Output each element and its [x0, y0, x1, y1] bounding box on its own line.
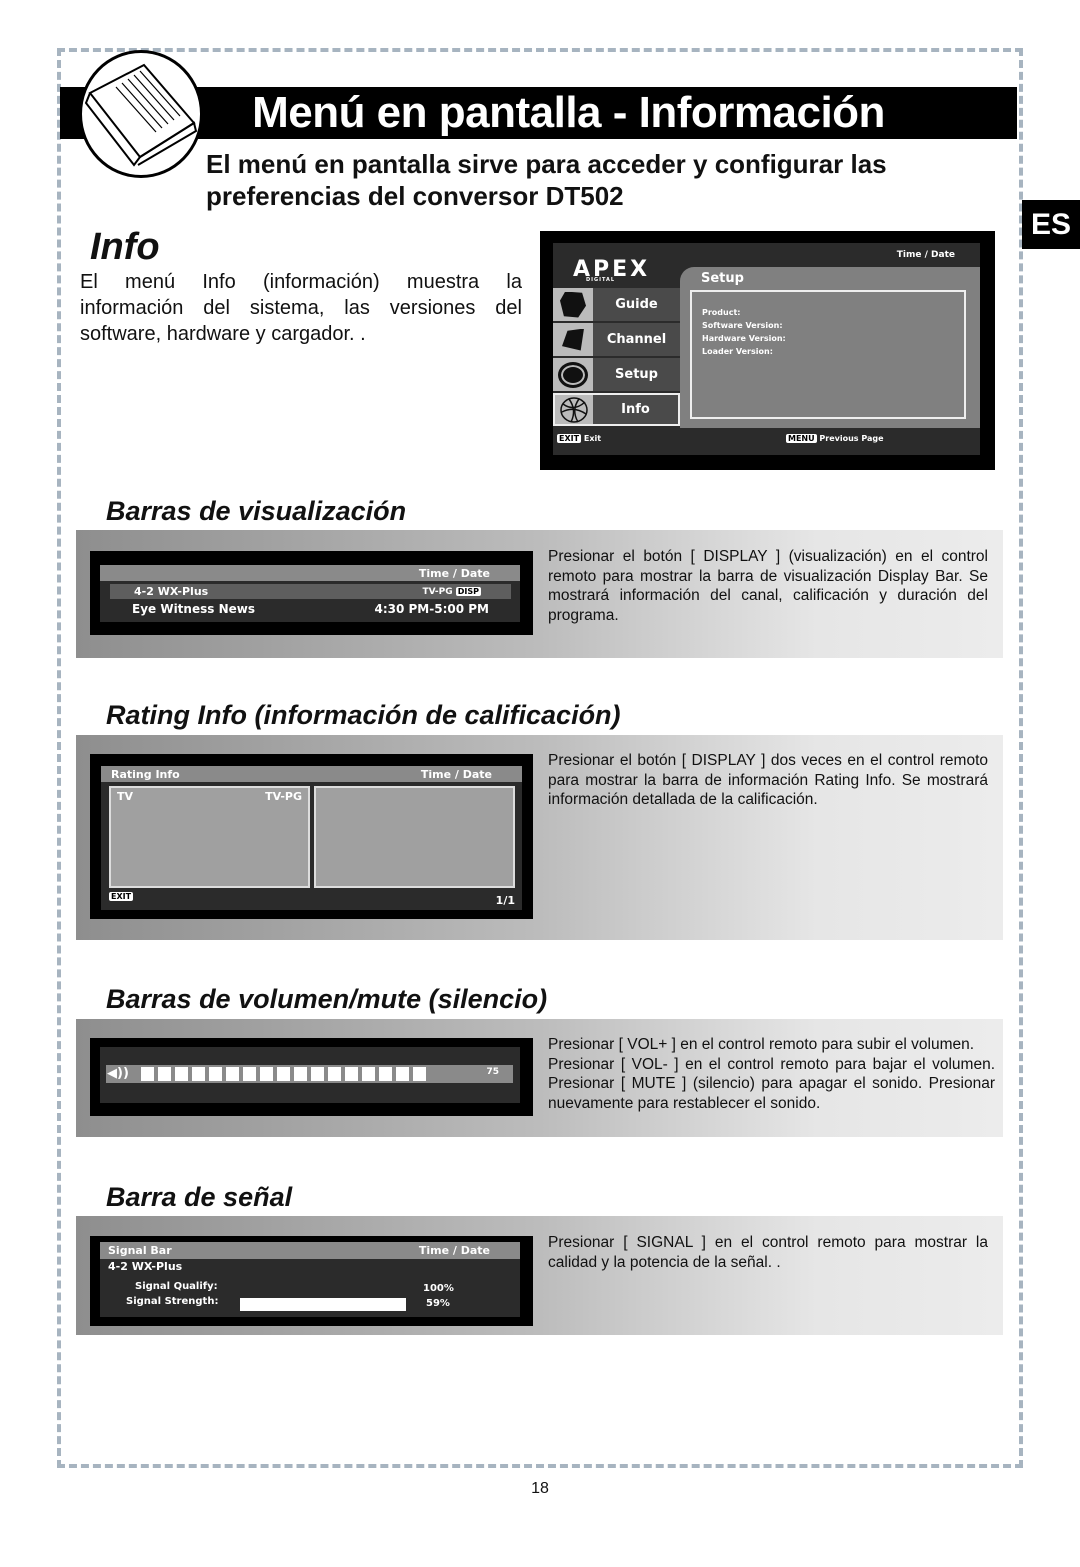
- signal-strength-label: Signal Strength:: [126, 1296, 219, 1307]
- rating-detail-box: [314, 786, 515, 888]
- time-date: Time / Date: [420, 768, 492, 781]
- time-date: Time / Date: [100, 565, 520, 581]
- signal-strength-value: 59%: [426, 1298, 450, 1309]
- menu-item-guide[interactable]: Guide: [553, 288, 680, 321]
- ring-icon: [553, 358, 593, 391]
- globe-icon: [555, 395, 593, 424]
- volume-block: [175, 1067, 188, 1081]
- volume-bar[interactable]: ◀)) 75: [106, 1065, 513, 1083]
- menu-item-info[interactable]: Info: [553, 393, 680, 426]
- volume-block: [328, 1067, 341, 1081]
- time-date: Time / Date: [896, 250, 955, 260]
- exit-key[interactable]: EXIT: [109, 892, 134, 901]
- volume-block: [294, 1067, 307, 1081]
- signal-description: Presionar [ SIGNAL ] en el control remot…: [548, 1234, 988, 1271]
- volume-block: [243, 1067, 256, 1081]
- disp-key: DISP: [455, 587, 481, 596]
- hexagon-icon: [553, 288, 593, 321]
- page-number: 18: [531, 1480, 549, 1497]
- menu-label: Guide: [615, 297, 658, 312]
- info-menu-screen: APEX DIGITAL Time / Date Setup Product: …: [540, 231, 995, 470]
- volume-block: [311, 1067, 324, 1081]
- speaker-icon: ◀)): [107, 1066, 129, 1081]
- signal-strength-bar: [240, 1298, 406, 1311]
- channel-name: 4-2 WX-Plus: [108, 1260, 183, 1273]
- volume-block: [379, 1067, 392, 1081]
- page-title: Menú en pantalla - Información: [60, 87, 1017, 139]
- menu-label: Channel: [606, 332, 667, 347]
- volume-block: [260, 1067, 273, 1081]
- menu-key: MENU: [786, 434, 817, 443]
- hardware-version-field: Hardware Version:: [702, 334, 786, 343]
- info-heading: Info: [90, 226, 160, 268]
- volume-description: Presionar [ VOL+ ] en el control remoto …: [548, 1036, 995, 1112]
- tv-label: TV: [117, 790, 134, 803]
- loader-version-field: Loader Version:: [702, 347, 773, 356]
- volume-block: [277, 1067, 290, 1081]
- signal-bar-title: Signal Bar: [108, 1244, 172, 1257]
- exit-label: Exit: [583, 434, 602, 443]
- display-bar-description: Presionar el botón [ DISPLAY ] (visualiz…: [548, 548, 988, 624]
- software-version-field: Software Version:: [702, 321, 783, 330]
- exit-key: EXIT: [557, 434, 582, 443]
- product-field: Product:: [702, 308, 741, 317]
- rating-info-screen: Rating Info Time / Date TV TV-PG EXIT 1/1: [90, 754, 533, 919]
- volume-block: [362, 1067, 375, 1081]
- volume-block: [141, 1067, 154, 1081]
- time-date: Time / Date: [418, 1244, 490, 1257]
- menu-label: Setup: [615, 367, 658, 382]
- signal-screen: Signal Bar Time / Date 4-2 WX-Plus Signal…: [90, 1236, 533, 1326]
- rating-info-title: Rating Info: [111, 768, 180, 781]
- rating: TV-PG: [422, 587, 453, 597]
- language-tab: ES: [1022, 200, 1080, 249]
- quad-icon: [553, 323, 593, 356]
- rating-info-heading: Rating Info (información de calificación…: [106, 700, 621, 730]
- volume-block: [413, 1067, 426, 1081]
- volume-block: [226, 1067, 239, 1081]
- volume-block: [158, 1067, 171, 1081]
- volume-block: [209, 1067, 222, 1081]
- display-bar-heading: Barras de visualización: [106, 496, 407, 526]
- signal-heading: Barra de señal: [106, 1182, 293, 1212]
- rating: TV-PG: [265, 790, 302, 803]
- rating-info-description: Presionar el botón [ DISPLAY ] dos veces…: [548, 752, 988, 808]
- volume-value: 75: [486, 1067, 499, 1077]
- menu-item-channel[interactable]: Channel: [553, 323, 680, 356]
- signal-quality-value: 100%: [423, 1283, 454, 1294]
- volume-block: [396, 1067, 409, 1081]
- volume-block: [192, 1067, 205, 1081]
- volume-screen: ◀)) 75: [90, 1038, 533, 1116]
- panel-title: Setup: [701, 271, 744, 286]
- previous-page-label: Previous Page: [819, 434, 884, 443]
- info-description: El menú Info (información) muestra la in…: [80, 271, 522, 345]
- book-icon: [79, 50, 203, 178]
- program-name: Eye Witness News: [132, 602, 255, 616]
- page-indicator: 1/1: [495, 894, 515, 907]
- page-subtitle: El menú en pantalla sirve para acceder y…: [206, 149, 887, 211]
- channel-name: 4-2 WX-Plus: [134, 585, 209, 598]
- signal-quality-label: Signal Qualify:: [135, 1281, 218, 1292]
- volume-heading: Barras de volumen/mute (silencio): [106, 984, 548, 1014]
- menu-item-setup[interactable]: Setup: [553, 358, 680, 391]
- volume-block: [345, 1067, 358, 1081]
- display-bar-screen: Time / Date 4-2 WX-Plus TV-PG DISP Eye Wi…: [90, 551, 533, 635]
- program-time: 4:30 PM-5:00 PM: [374, 602, 489, 616]
- apex-logo-sub: DIGITAL: [586, 277, 616, 283]
- menu-label: Info: [621, 402, 650, 417]
